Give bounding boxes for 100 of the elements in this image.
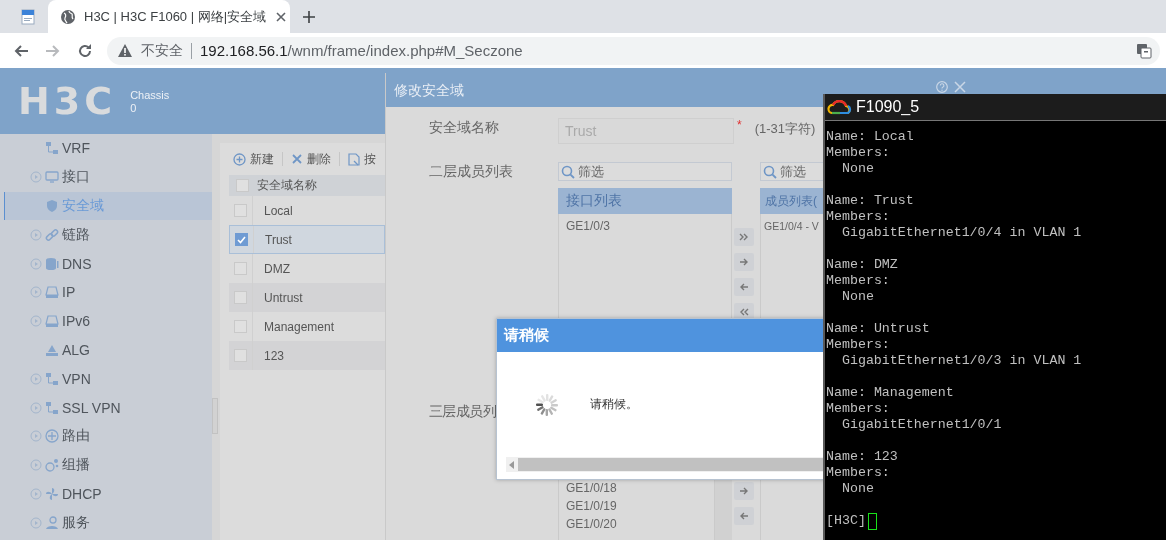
list-item[interactable]: GE1/0/18	[566, 479, 714, 497]
close-icon[interactable]	[274, 9, 289, 24]
terminal-line: Members:	[826, 273, 891, 289]
add-button[interactable]	[734, 482, 754, 500]
field-label: 安全域名称	[429, 118, 500, 137]
right-arrow-icon	[739, 487, 749, 495]
expand-icon[interactable]	[30, 315, 42, 328]
double-left-arrow-icon	[739, 308, 749, 316]
double-right-arrow-icon	[739, 233, 749, 241]
expand-icon[interactable]	[30, 171, 42, 184]
device-value: 0	[130, 102, 138, 115]
browser-tab[interactable]: H3C | H3C F1060 | 网络|安全域	[48, 0, 290, 33]
terminal-line: Name: Management	[826, 385, 955, 401]
expand-icon[interactable]	[30, 487, 42, 500]
security-label[interactable]: 不安全	[141, 41, 183, 60]
link-icon	[45, 227, 59, 242]
table-cell-text: Trust	[264, 232, 292, 247]
checkbox[interactable]	[235, 233, 248, 246]
table-cell-text: 123	[263, 348, 285, 363]
expand-icon[interactable]	[30, 286, 42, 299]
terminal-line: GigabitEthernet1/0/1	[840, 417, 1003, 433]
terminal-prompt: [H3C]	[826, 513, 866, 529]
help-icon[interactable]	[936, 81, 948, 93]
sidebar-item[interactable]: 路由	[0, 421, 212, 451]
translate-icon[interactable]	[1136, 42, 1152, 59]
address-bar[interactable]: 不安全 192.168.56.1/wnm/frame/index.php#M_Seczone	[107, 36, 1160, 65]
terminal-line: None	[840, 289, 875, 305]
list-header: 成员列表(	[760, 188, 824, 214]
device-label: Chassis	[130, 89, 170, 102]
expand-icon[interactable]	[30, 257, 42, 270]
remove-button[interactable]	[734, 278, 754, 296]
expand-icon[interactable]	[30, 372, 42, 385]
sidebar-item[interactable]: IPv6	[0, 306, 212, 336]
filter-field[interactable]: 筛选	[558, 162, 732, 181]
scroll-left-icon[interactable]	[509, 460, 514, 469]
filter-field[interactable]: 筛选	[760, 162, 824, 181]
url-text: 192.168.56.1/wnm/frame/index.php#M_Seczone	[200, 42, 523, 59]
search-icon	[561, 164, 575, 179]
table-row[interactable]: Trust	[229, 225, 385, 254]
terminal-line: Name: Untrust	[826, 321, 931, 337]
remove-button[interactable]	[734, 507, 754, 525]
spinner-icon	[534, 391, 560, 418]
person-icon	[45, 515, 59, 530]
required-mark: *	[737, 118, 742, 132]
plus-circle-icon	[233, 152, 246, 166]
device-icon	[45, 314, 59, 329]
page-button[interactable]: 按	[348, 150, 376, 168]
plus-icon[interactable]	[302, 9, 316, 24]
sidebar-item[interactable]: VRF	[0, 134, 212, 163]
sidebar-item[interactable]: 组播	[0, 450, 212, 480]
expand-icon[interactable]	[30, 401, 42, 414]
expand-icon[interactable]	[30, 459, 42, 472]
reload-icon[interactable]	[77, 42, 93, 59]
expand-icon[interactable]	[30, 516, 42, 529]
sidebar-item[interactable]: 服务	[0, 508, 212, 538]
wait-message: 请稍候。	[590, 396, 638, 413]
logo: H3C	[18, 81, 117, 121]
text-cursor	[867, 512, 877, 530]
cluster-icon	[45, 458, 59, 473]
add-button[interactable]	[734, 253, 754, 271]
column-header[interactable]: 安全域名称	[257, 177, 317, 194]
sidebar-item[interactable]: DNS	[0, 249, 212, 278]
sidebar-item[interactable]: DHCP	[0, 479, 212, 509]
list-item[interactable]: GE1/0/3	[566, 217, 731, 235]
back-icon[interactable]	[13, 42, 29, 59]
warning-icon	[117, 42, 133, 59]
compass-icon	[45, 429, 59, 444]
list-item[interactable]: GE1/0/19	[566, 497, 714, 515]
table-row[interactable]: 123	[229, 341, 385, 370]
table-cell-text: Local	[263, 203, 293, 218]
list-item[interactable]: GE1/0/4 - V	[764, 217, 823, 235]
add-all-button[interactable]	[734, 228, 754, 246]
expand-icon[interactable]	[30, 228, 42, 241]
sidebar-item[interactable]: ALG	[0, 335, 212, 365]
table-cell-text: DMZ	[263, 261, 290, 276]
terminal-line: None	[840, 161, 875, 177]
database-icon	[45, 256, 59, 271]
list-item[interactable]: GE1/0/20	[566, 515, 714, 533]
sidebar-item[interactable]: 链路	[0, 220, 212, 250]
field-label: 二层成员列表	[429, 162, 514, 181]
device-icon	[45, 285, 59, 300]
sidebar-item[interactable]: VPN	[0, 364, 212, 394]
sidebar-item[interactable]: 接口	[0, 162, 212, 192]
table-row[interactable]: Untrust	[229, 283, 385, 312]
new-button[interactable]: 新建	[233, 150, 274, 168]
terminal-line: Name: 123	[826, 449, 899, 465]
sidebar-item[interactable]: SSL VPN	[0, 393, 212, 422]
delete-button[interactable]: 删除	[291, 150, 331, 168]
search-icon	[763, 164, 777, 179]
terminal-line: None	[840, 481, 875, 497]
shield-icon	[45, 199, 59, 213]
check-icon	[237, 235, 246, 244]
sidebar-item[interactable]: IP	[0, 278, 212, 307]
terminal-line: Members:	[826, 465, 891, 481]
document-icon	[348, 152, 360, 166]
expand-icon[interactable]	[30, 430, 42, 443]
network-icon	[45, 400, 59, 415]
field-hint: (1-31字符)	[754, 120, 816, 138]
terminal-line: Members:	[826, 209, 891, 225]
window-title: F1090_5	[856, 98, 920, 116]
